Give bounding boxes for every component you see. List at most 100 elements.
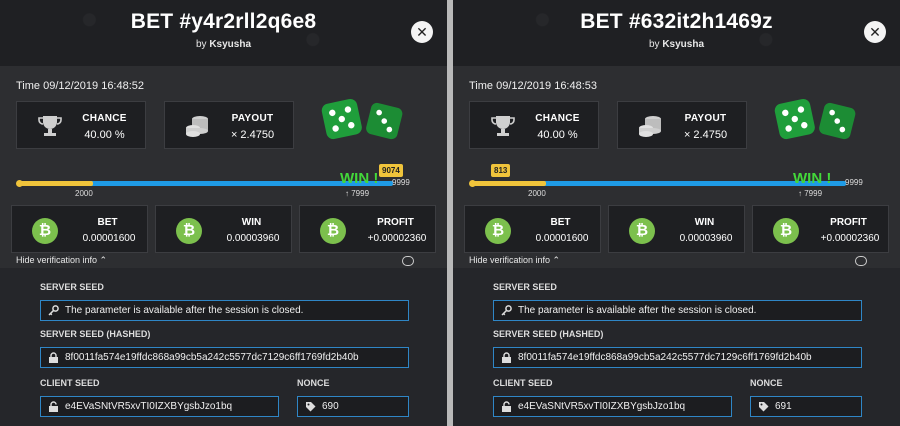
trophy-icon [38, 116, 62, 136]
profit-box: ₿ PROFIT +0.00002360 [752, 205, 889, 253]
bitcoin-icon: ₿ [773, 218, 799, 244]
coins-icon [639, 116, 661, 137]
range-low: 2000 [75, 189, 93, 198]
bitcoin-icon: ₿ [32, 218, 58, 244]
server-seed-hashed-label: SERVER SEED (HASHED) [493, 329, 604, 339]
client-seed-field[interactable]: e4EVaSNtVR5xvTI0IZXBYgsbJzo1bq [493, 396, 732, 417]
lock-icon [502, 352, 511, 363]
payout-label: PAYOUT [231, 113, 274, 124]
server-seed-label: SERVER SEED [40, 282, 104, 292]
win-label: WIN [241, 217, 262, 228]
server-seed-hashed-field[interactable]: 8f0011fa574e19ffdc868a99cb5a242c5577dc71… [40, 347, 409, 368]
by-prefix: by [195, 39, 207, 50]
range-max: 9999 [845, 178, 863, 187]
dice-icon [321, 98, 403, 140]
chance-label: CHANCE [535, 113, 580, 124]
unlock-icon [49, 401, 58, 412]
server-seed-field[interactable]: The parameter is available after the ses… [40, 300, 409, 321]
bet-author-line: by Ksyusha [0, 39, 447, 50]
client-seed-label: CLIENT SEED [40, 378, 100, 388]
range-max: 9999 [392, 178, 410, 187]
bet-title: BET #632it2h1469z [580, 10, 773, 33]
hide-verification-link[interactable]: Hide verification info ⌃ [16, 255, 107, 266]
close-icon[interactable]: ✕ [864, 21, 886, 43]
coins-icon [186, 116, 208, 137]
close-icon[interactable]: ✕ [411, 21, 433, 43]
bet-value: 0.00001600 [82, 233, 136, 244]
panel-header: BET #y4r2rll2q6e8 by Ksyusha ✕ [0, 0, 447, 66]
bet-author-line: by Ksyusha [453, 39, 900, 50]
by-prefix: by [648, 39, 660, 50]
roll-low-range [18, 181, 93, 186]
hide-verification-link[interactable]: Hide verification info ⌃ [469, 255, 560, 266]
bitcoin-icon: ₿ [320, 218, 346, 244]
win-box: ₿ WIN 0.00003960 [155, 205, 292, 253]
client-seed-field[interactable]: e4EVaSNtVR5xvTI0IZXBYgsbJzo1bq [40, 396, 279, 417]
chance-value: 40.00 % [537, 129, 578, 141]
verification-section: SERVER SEED The parameter is available a… [0, 268, 447, 426]
server-seed-value: The parameter is available after the ses… [518, 305, 757, 316]
client-seed-value: e4EVaSNtVR5xvTI0IZXBYgsbJzo1bq [65, 401, 233, 412]
roll-bar: 2000 ↑ 7999 WIN ! 813 [469, 164, 861, 204]
key-icon [48, 305, 59, 316]
server-seed-label: SERVER SEED [493, 282, 557, 292]
roll-track [18, 181, 393, 186]
tag-icon [759, 402, 769, 412]
bet-box: ₿ BET 0.00001600 [464, 205, 601, 253]
panel-header: BET #632it2h1469z by Ksyusha ✕ [453, 0, 900, 66]
nonce-label: NONCE [297, 378, 330, 388]
dice-icon [774, 98, 856, 140]
server-seed-hashed-value: 8f0011fa574e19ffdc868a99cb5a242c5577dc71… [65, 352, 359, 363]
lock-icon [49, 352, 58, 363]
bitcoin-icon: ₿ [485, 218, 511, 244]
nonce-value: 690 [322, 401, 339, 412]
roll-result-badge: 813 [491, 164, 511, 177]
bet-author: Ksyusha [662, 39, 705, 50]
bet-author: Ksyusha [209, 39, 252, 50]
nonce-label: NONCE [750, 378, 783, 388]
bet-time: Time 09/12/2019 16:48:52 [16, 80, 145, 92]
trophy-icon [491, 116, 515, 136]
server-seed-field[interactable]: The parameter is available after the ses… [493, 300, 862, 321]
range-high: ↑ 7999 [345, 189, 370, 198]
server-seed-value: The parameter is available after the ses… [65, 305, 304, 316]
bet-value: 0.00001600 [535, 233, 589, 244]
chat-icon[interactable] [402, 256, 414, 266]
chat-icon[interactable] [855, 256, 867, 266]
chance-box: CHANCE 40.00 % [16, 101, 146, 149]
bet-label: BET [97, 217, 118, 228]
roll-bar: 2000 ↑ 7999 WIN ! 9074 [16, 164, 408, 204]
nonce-field[interactable]: 690 [297, 396, 409, 417]
win-indicator: WIN ! [793, 170, 832, 187]
payout-box: PAYOUT × 2.4750 [617, 101, 747, 149]
win-value: 0.00003960 [226, 233, 280, 244]
range-low: 2000 [528, 189, 546, 198]
profit-value: +0.00002360 [367, 233, 427, 244]
bet-label: BET [550, 217, 571, 228]
range-high: ↑ 7999 [798, 189, 823, 198]
payout-box: PAYOUT × 2.4750 [164, 101, 294, 149]
tag-icon [306, 402, 316, 412]
verification-section: SERVER SEED The parameter is available a… [453, 268, 900, 426]
server-seed-hashed-value: 8f0011fa574e19ffdc868a99cb5a242c5577dc71… [518, 352, 812, 363]
win-label: WIN [694, 217, 715, 228]
key-icon [501, 305, 512, 316]
unlock-icon [502, 401, 511, 412]
chance-box: CHANCE 40.00 % [469, 101, 599, 149]
win-box: ₿ WIN 0.00003960 [608, 205, 745, 253]
nonce-value: 691 [775, 401, 792, 412]
nonce-field[interactable]: 691 [750, 396, 862, 417]
client-seed-label: CLIENT SEED [493, 378, 553, 388]
roll-track [471, 181, 846, 186]
profit-label: PROFIT [830, 217, 867, 228]
roll-low-range [471, 181, 546, 186]
bet-panel-left: BET #y4r2rll2q6e8 by Ksyusha ✕ Time 09/1… [0, 0, 447, 426]
bet-title: BET #y4r2rll2q6e8 [130, 10, 317, 33]
bet-panel-right: BET #632it2h1469z by Ksyusha ✕ Time 09/1… [453, 0, 900, 426]
server-seed-hashed-field[interactable]: 8f0011fa574e19ffdc868a99cb5a242c5577dc71… [493, 347, 862, 368]
win-value: 0.00003960 [679, 233, 733, 244]
payout-value: × 2.4750 [683, 129, 728, 141]
profit-box: ₿ PROFIT +0.00002360 [299, 205, 436, 253]
chance-value: 40.00 % [84, 129, 125, 141]
profit-label: PROFIT [377, 217, 414, 228]
